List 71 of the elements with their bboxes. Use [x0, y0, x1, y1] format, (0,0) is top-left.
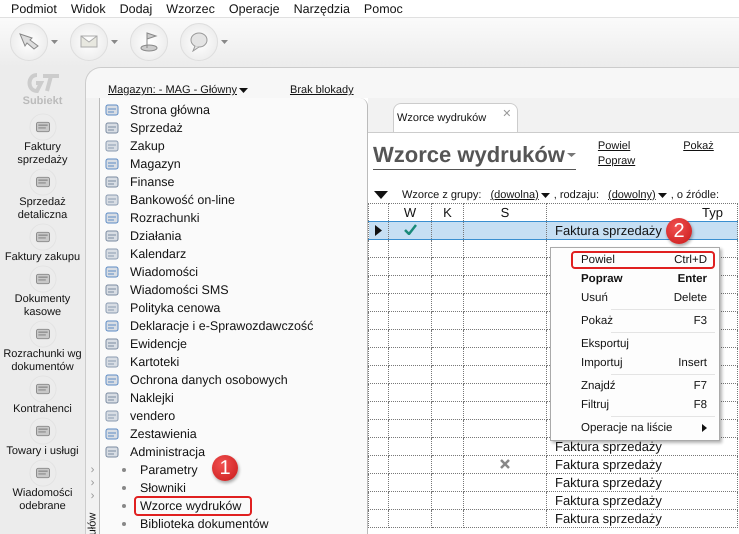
- tree-item[interactable]: Bankowość on-line: [100, 191, 367, 209]
- menu-item[interactable]: Dodaj: [112, 2, 160, 16]
- tree-item[interactable]: Wiadomości: [100, 263, 367, 281]
- sidebar-item[interactable]: Dokumenty kasowe: [0, 265, 85, 319]
- table-cell: Faktura sprzedaży: [555, 457, 662, 472]
- tree-item[interactable]: Sprzedaż: [100, 119, 367, 137]
- step-badge: 2: [666, 218, 692, 244]
- menu-item[interactable]: Importuj Insert: [571, 354, 715, 372]
- menu-item[interactable]: Pomoc: [356, 2, 410, 16]
- tree-item[interactable]: Finanse: [100, 173, 367, 191]
- shortcut-label: F8: [694, 399, 707, 411]
- tree-item[interactable]: Biblioteka dokumentów: [134, 514, 280, 534]
- shortcut-label: Enter: [678, 273, 707, 285]
- menu-item[interactable]: Widok: [64, 2, 113, 16]
- menu-item[interactable]: Wzorzec: [159, 2, 222, 16]
- table-cell: Faktura sprzedaży: [555, 439, 662, 454]
- sidebar-item[interactable]: Kontrahenci: [0, 375, 85, 416]
- tree-item[interactable]: Wiadomości SMS: [100, 281, 367, 299]
- tree-item[interactable]: Zakup: [100, 137, 367, 155]
- tree-item[interactable]: Rozrachunki: [100, 209, 367, 227]
- table-cell: Faktura sprzedaży: [555, 493, 662, 508]
- menu-item[interactable]: Podmiot: [4, 2, 64, 16]
- filter-dropdown[interactable]: (dowolna): [490, 189, 550, 201]
- tree-item[interactable]: Wzorce wydruków: [134, 496, 252, 516]
- sidebar-item[interactable]: Towary i usługi: [0, 417, 85, 458]
- sidebar-item[interactable]: Sprzedaż detaliczna: [0, 168, 85, 222]
- filter-label: , rodzaju:: [554, 189, 600, 201]
- filter-label: , o źródle:: [670, 189, 720, 201]
- warehouse-dropdown[interactable]: Magazyn: - MAG - Główny: [108, 84, 248, 96]
- page-title[interactable]: Wzorce wydruków: [373, 141, 576, 170]
- lock-link[interactable]: Brak blokady: [290, 84, 354, 96]
- tree-item[interactable]: Strona główna: [100, 101, 367, 119]
- tree-item[interactable]: Słowniki: [134, 478, 197, 498]
- action-link[interactable]: Powiel: [598, 139, 636, 154]
- tree-item[interactable]: Ewidencje: [100, 335, 367, 353]
- action-link[interactable]: Pokaż: [683, 139, 714, 154]
- tab[interactable]: Wzorce wydruków ✕: [393, 103, 518, 132]
- sidebar-item[interactable]: Faktury sprzedaży: [0, 113, 85, 167]
- action-link[interactable]: Popraw: [598, 154, 636, 169]
- table-cell: Faktura sprzedaży: [555, 223, 662, 238]
- table-cell: Faktura sprzedaży: [555, 475, 662, 490]
- tree-item[interactable]: Polityka cenowa: [100, 299, 367, 317]
- menu-item[interactable]: Narzędzia: [286, 2, 357, 16]
- menu-item[interactable]: Usuń Delete: [571, 289, 715, 307]
- tree-item[interactable]: Kalendarz: [100, 245, 367, 263]
- menu-item[interactable]: Eksportuj: [571, 335, 715, 353]
- tree-item[interactable]: Kartoteki: [100, 353, 367, 371]
- menu-item[interactable]: Filtruj F8: [571, 396, 715, 414]
- tree-item[interactable]: Naklejki: [100, 389, 367, 407]
- menu-item[interactable]: Popraw Enter: [571, 270, 715, 288]
- sidebar-item[interactable]: Wiadomości odebrane: [0, 459, 85, 513]
- tree-item[interactable]: Parametry: [134, 460, 209, 480]
- menu-item[interactable]: Powiel Ctrl+D: [571, 251, 715, 269]
- tree-item[interactable]: Działania: [100, 227, 367, 245]
- tree-item[interactable]: Ochrona danych osobowych: [100, 371, 367, 389]
- shortcut-label: Delete: [674, 292, 707, 304]
- tree-item[interactable]: Deklaracje i e-Sprawozdawczość: [100, 317, 367, 335]
- filter-dropdown[interactable]: (dowolny): [608, 189, 667, 201]
- shortcut-label: F3: [694, 315, 707, 327]
- tree-item[interactable]: Zestawienia: [100, 425, 367, 443]
- sidebar-item[interactable]: Rozrachunki wg dokumentów: [0, 320, 85, 374]
- shortcut-label: Insert: [678, 357, 707, 369]
- filter-label: Wzorce z grupy:: [402, 189, 482, 201]
- sidebar-item[interactable]: Faktury zakupu: [0, 223, 85, 264]
- shortcut-label: Ctrl+D: [674, 254, 707, 266]
- menu-item[interactable]: Znajdź F7: [571, 377, 715, 395]
- shortcut-label: F7: [694, 380, 707, 392]
- tree-item[interactable]: vendero: [100, 407, 367, 425]
- table-cell: Faktura sprzedaży: [555, 511, 662, 526]
- menu-item[interactable]: Operacje: [222, 2, 287, 16]
- tree-item[interactable]: Magazyn: [100, 155, 367, 173]
